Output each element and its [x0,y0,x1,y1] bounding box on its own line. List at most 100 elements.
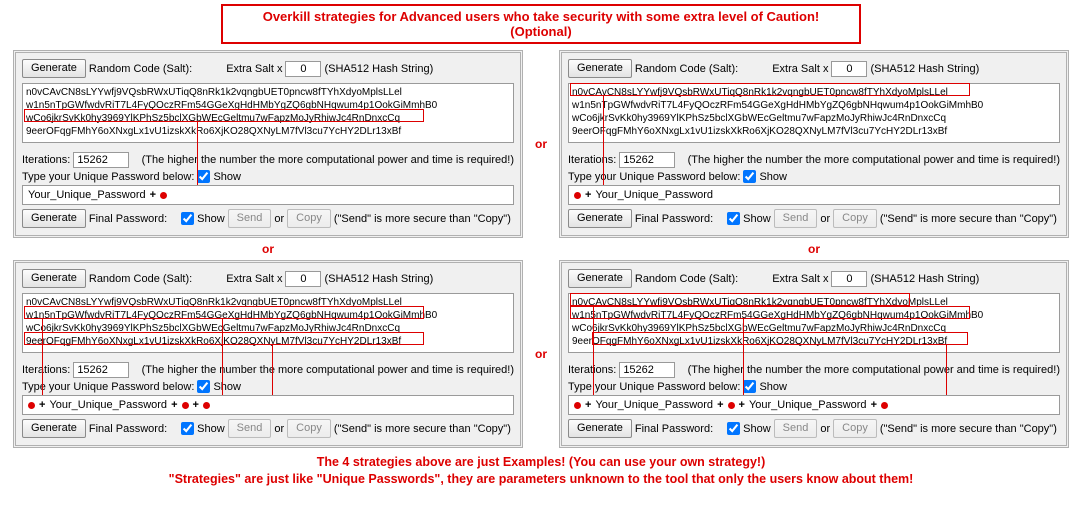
plus-sign: + [39,399,45,411]
param-dot [182,402,189,409]
generate-final-button[interactable]: Generate [568,419,632,438]
plus-sign: + [717,399,723,411]
secure-note: ("Send" is more secure than "Copy") [334,423,511,435]
random-code-label: Random Code (Salt): [89,273,192,285]
copy-button[interactable]: Copy [833,209,877,228]
plus-sign: + [585,189,591,201]
iterations-input[interactable] [619,362,675,378]
iterations-input[interactable] [73,152,129,168]
plus-sign: + [193,399,199,411]
panel-3: Generate Random Code (Salt): Extra Salt … [13,260,523,448]
pwd-text: Your_Unique_Password [749,399,867,411]
or-small-label: or [274,423,284,435]
show-final-label: Show [743,423,771,435]
footer-line-1: The 4 strategies above are just Examples… [4,454,1078,471]
send-button[interactable]: Send [774,419,818,438]
iterations-label: Iterations: [568,364,616,376]
type-pwd-label: Type your Unique Password below: [22,171,194,183]
hash-string-label: (SHA512 Hash String) [870,273,979,285]
param-dot [160,192,167,199]
show-pwd-checkbox[interactable] [197,380,210,393]
show-final-label: Show [197,423,225,435]
generate-final-button[interactable]: Generate [22,209,86,228]
pwd-text: Your_Unique_Password [28,189,146,201]
copy-button[interactable]: Copy [287,209,331,228]
panel-2: Generate Random Code (Salt): Extra Salt … [559,50,1069,238]
extra-salt-input[interactable] [831,271,867,287]
strategy-grid: Generate Random Code (Salt): Extra Salt … [4,50,1078,448]
extra-salt-input[interactable] [285,61,321,77]
secure-note: ("Send" is more secure than "Copy") [334,213,511,225]
iterations-label: Iterations: [22,154,70,166]
password-row[interactable]: Your_Unique_Password + [22,185,514,205]
extra-salt-label: Extra Salt x [226,273,282,285]
or-separator: or [559,240,1069,258]
show-final-checkbox[interactable] [727,422,740,435]
iterations-note: (The higher the number the more computat… [142,364,514,376]
panel-1: Generate Random Code (Salt): Extra Salt … [13,50,523,238]
iterations-input[interactable] [73,362,129,378]
secure-note: ("Send" is more secure than "Copy") [880,423,1057,435]
extra-salt-label: Extra Salt x [226,63,282,75]
salt-textarea[interactable] [22,293,514,353]
show-final-checkbox[interactable] [181,212,194,225]
plus-sign: + [871,399,877,411]
generate-final-button[interactable]: Generate [22,419,86,438]
generate-salt-button[interactable]: Generate [568,269,632,288]
iterations-input[interactable] [619,152,675,168]
type-pwd-label: Type your Unique Password below: [568,381,740,393]
plus-sign: + [171,399,177,411]
hash-string-label: (SHA512 Hash String) [324,63,433,75]
password-row[interactable]: + Your_Unique_Password + + Your_Unique_P… [568,395,1060,415]
generate-final-button[interactable]: Generate [568,209,632,228]
random-code-label: Random Code (Salt): [89,63,192,75]
extra-salt-label: Extra Salt x [772,273,828,285]
salt-textarea[interactable] [22,83,514,143]
generate-salt-button[interactable]: Generate [22,269,86,288]
or-small-label: or [820,213,830,225]
footer-line-2: "Strategies" are just like "Unique Passw… [4,471,1078,488]
generate-salt-button[interactable]: Generate [22,59,86,78]
random-code-label: Random Code (Salt): [635,273,738,285]
salt-textarea[interactable] [568,83,1060,143]
password-row[interactable]: + Your_Unique_Password + + [22,395,514,415]
show-pwd-checkbox[interactable] [743,170,756,183]
iterations-note: (The higher the number the more computat… [688,154,1060,166]
send-button[interactable]: Send [774,209,818,228]
panel-4: Generate Random Code (Salt): Extra Salt … [559,260,1069,448]
show-final-checkbox[interactable] [181,422,194,435]
random-code-label: Random Code (Salt): [635,63,738,75]
show-label: Show [759,171,787,183]
param-dot [728,402,735,409]
extra-salt-label: Extra Salt x [772,63,828,75]
param-dot [28,402,35,409]
send-button[interactable]: Send [228,419,272,438]
hash-string-label: (SHA512 Hash String) [870,63,979,75]
or-small-label: or [820,423,830,435]
salt-textarea[interactable] [568,293,1060,353]
type-pwd-label: Type your Unique Password below: [22,381,194,393]
or-separator: or [527,347,555,361]
generate-salt-button[interactable]: Generate [568,59,632,78]
show-label: Show [213,381,241,393]
iterations-note: (The higher the number the more computat… [688,364,1060,376]
copy-button[interactable]: Copy [833,419,877,438]
or-separator: or [13,240,523,258]
show-final-checkbox[interactable] [727,212,740,225]
show-pwd-checkbox[interactable] [197,170,210,183]
send-button[interactable]: Send [228,209,272,228]
password-row[interactable]: + Your_Unique_Password [568,185,1060,205]
show-final-label: Show [743,213,771,225]
pwd-text: Your_Unique_Password [595,399,713,411]
extra-salt-input[interactable] [831,61,867,77]
header-banner: Overkill strategies for Advanced users w… [221,4,861,44]
show-pwd-checkbox[interactable] [743,380,756,393]
param-dot [203,402,210,409]
show-label: Show [213,171,241,183]
show-label: Show [759,381,787,393]
or-separator: or [527,137,555,151]
copy-button[interactable]: Copy [287,419,331,438]
extra-salt-input[interactable] [285,271,321,287]
iterations-note: (The higher the number the more computat… [142,154,514,166]
param-dot [574,402,581,409]
